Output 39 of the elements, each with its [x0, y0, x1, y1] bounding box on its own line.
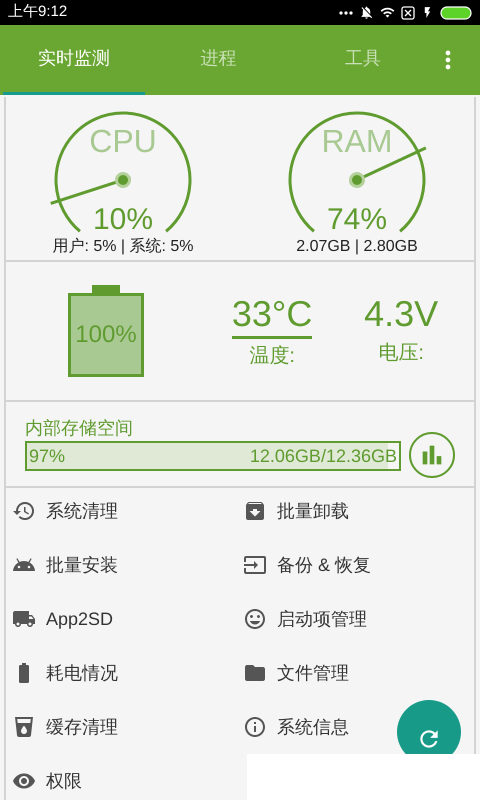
tool-item[interactable]: 系统清理 [12, 498, 118, 524]
gauge-detail: 2.07GB | 2.80GB [296, 236, 418, 256]
sim-crossed-icon [401, 6, 415, 20]
reading-value: 33°C [232, 291, 312, 339]
status-time: 上午9:12 [8, 2, 68, 22]
storage-usage: 12.06GB/12.36GB [250, 444, 397, 468]
tool-item[interactable]: App2SD [12, 606, 114, 632]
tool-item[interactable]: 缓存清理 [12, 714, 118, 740]
wifi-icon [380, 5, 395, 20]
archive-box-icon [243, 499, 267, 523]
gauge-title: CPU [89, 124, 157, 156]
gauge-title: RAM [321, 124, 393, 156]
tool-item[interactable]: 备份 & 恢复 [243, 552, 372, 578]
battery-percent: 100% [75, 320, 137, 350]
dots-icon [339, 10, 353, 14]
arrow-into-box-icon [243, 553, 267, 577]
gauge-percent: 10% [92, 204, 154, 234]
cup-icon [12, 715, 36, 739]
tool-item[interactable]: 耗电情况 [12, 660, 118, 686]
tool-item[interactable]: 批量卸载 [243, 498, 349, 524]
gauge-percent: 74% [326, 204, 388, 234]
info-icon [243, 715, 267, 739]
storage-percent: 97% [29, 444, 66, 468]
tool-item[interactable]: 文件管理 [243, 660, 349, 686]
tool-item[interactable]: 批量安装 [12, 552, 118, 578]
tool-item[interactable]: 系统信息 [243, 714, 349, 740]
refresh-fab[interactable] [397, 700, 461, 754]
reading-label: 电压: [378, 341, 424, 366]
storage-title: 内部存储空间 [25, 416, 134, 440]
reading-label: 温度: [249, 344, 295, 369]
gauge-detail: 用户: 5% | 系统: 5% [52, 236, 194, 256]
reading-value: 4.3V [364, 292, 438, 336]
tool-item[interactable]: 权限 [12, 768, 82, 794]
clock-arrow-icon [12, 499, 36, 523]
smiley-icon [243, 607, 267, 631]
tool-item[interactable]: 启动项管理 [243, 606, 367, 632]
bell-off-icon [359, 5, 374, 20]
battery-level-icon [440, 6, 472, 20]
chart-button[interactable] [409, 432, 455, 478]
